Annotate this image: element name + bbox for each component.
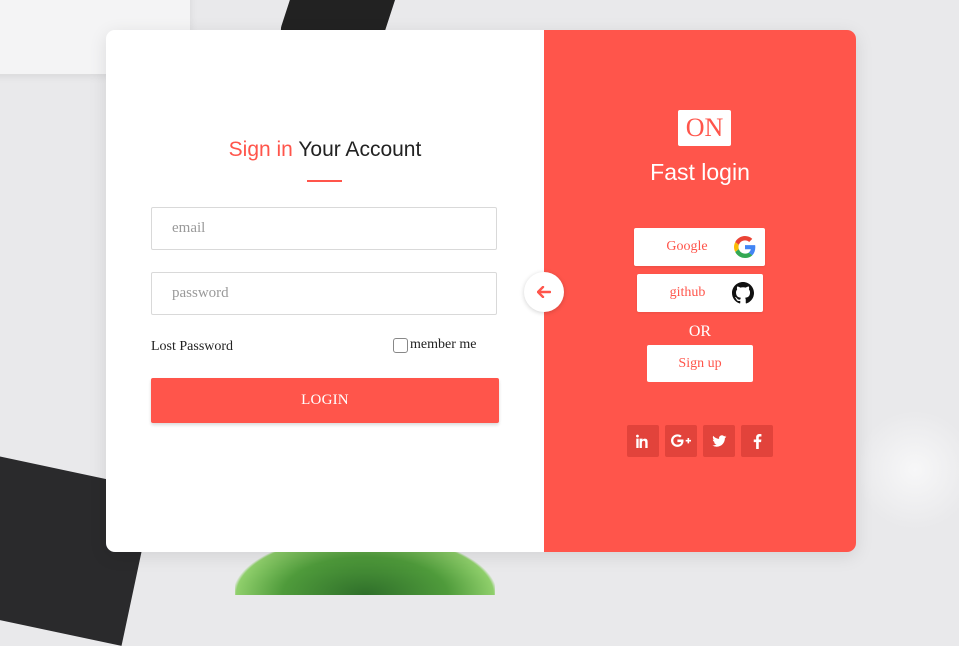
github-login-label: github bbox=[669, 285, 706, 300]
signin-title-accent: Sign in bbox=[228, 138, 293, 161]
or-separator: OR bbox=[688, 323, 712, 340]
social-links bbox=[627, 425, 773, 457]
email-input[interactable] bbox=[151, 207, 497, 250]
password-input[interactable] bbox=[151, 272, 497, 315]
github-login-button[interactable]: github bbox=[637, 274, 763, 312]
google-login-button[interactable]: Google bbox=[634, 228, 765, 266]
remember-checkbox[interactable] bbox=[393, 337, 408, 353]
signup-button[interactable]: Sign up bbox=[647, 345, 753, 382]
github-icon bbox=[732, 282, 754, 304]
twitter-icon[interactable] bbox=[703, 425, 735, 457]
arrow-left-icon bbox=[537, 286, 551, 298]
google-login-label: Google bbox=[666, 239, 708, 254]
fast-login-title: Fast login bbox=[650, 159, 750, 185]
background-glow bbox=[855, 410, 959, 530]
linkedin-icon[interactable] bbox=[627, 425, 659, 457]
facebook-icon[interactable] bbox=[741, 425, 773, 457]
remember-label: member me bbox=[410, 337, 477, 352]
toggle-panel-button[interactable] bbox=[524, 272, 564, 312]
fast-login-panel: ON Fast login Google github OR Sign up bbox=[544, 30, 856, 552]
google-plus-icon[interactable] bbox=[665, 425, 697, 457]
google-icon bbox=[734, 236, 756, 258]
title-underline bbox=[307, 180, 342, 182]
signin-title-rest: Your Account bbox=[292, 138, 422, 161]
remember-me: member me bbox=[393, 337, 476, 353]
lost-password-link[interactable]: Lost Password bbox=[151, 339, 233, 355]
signin-title: Sign in Your Account bbox=[106, 138, 544, 162]
login-button[interactable]: LOGIN bbox=[151, 378, 499, 423]
signin-panel: Sign in Your Account Lost Password membe… bbox=[106, 30, 544, 552]
login-card: Sign in Your Account Lost Password membe… bbox=[106, 30, 856, 552]
logo: ON bbox=[678, 110, 731, 146]
